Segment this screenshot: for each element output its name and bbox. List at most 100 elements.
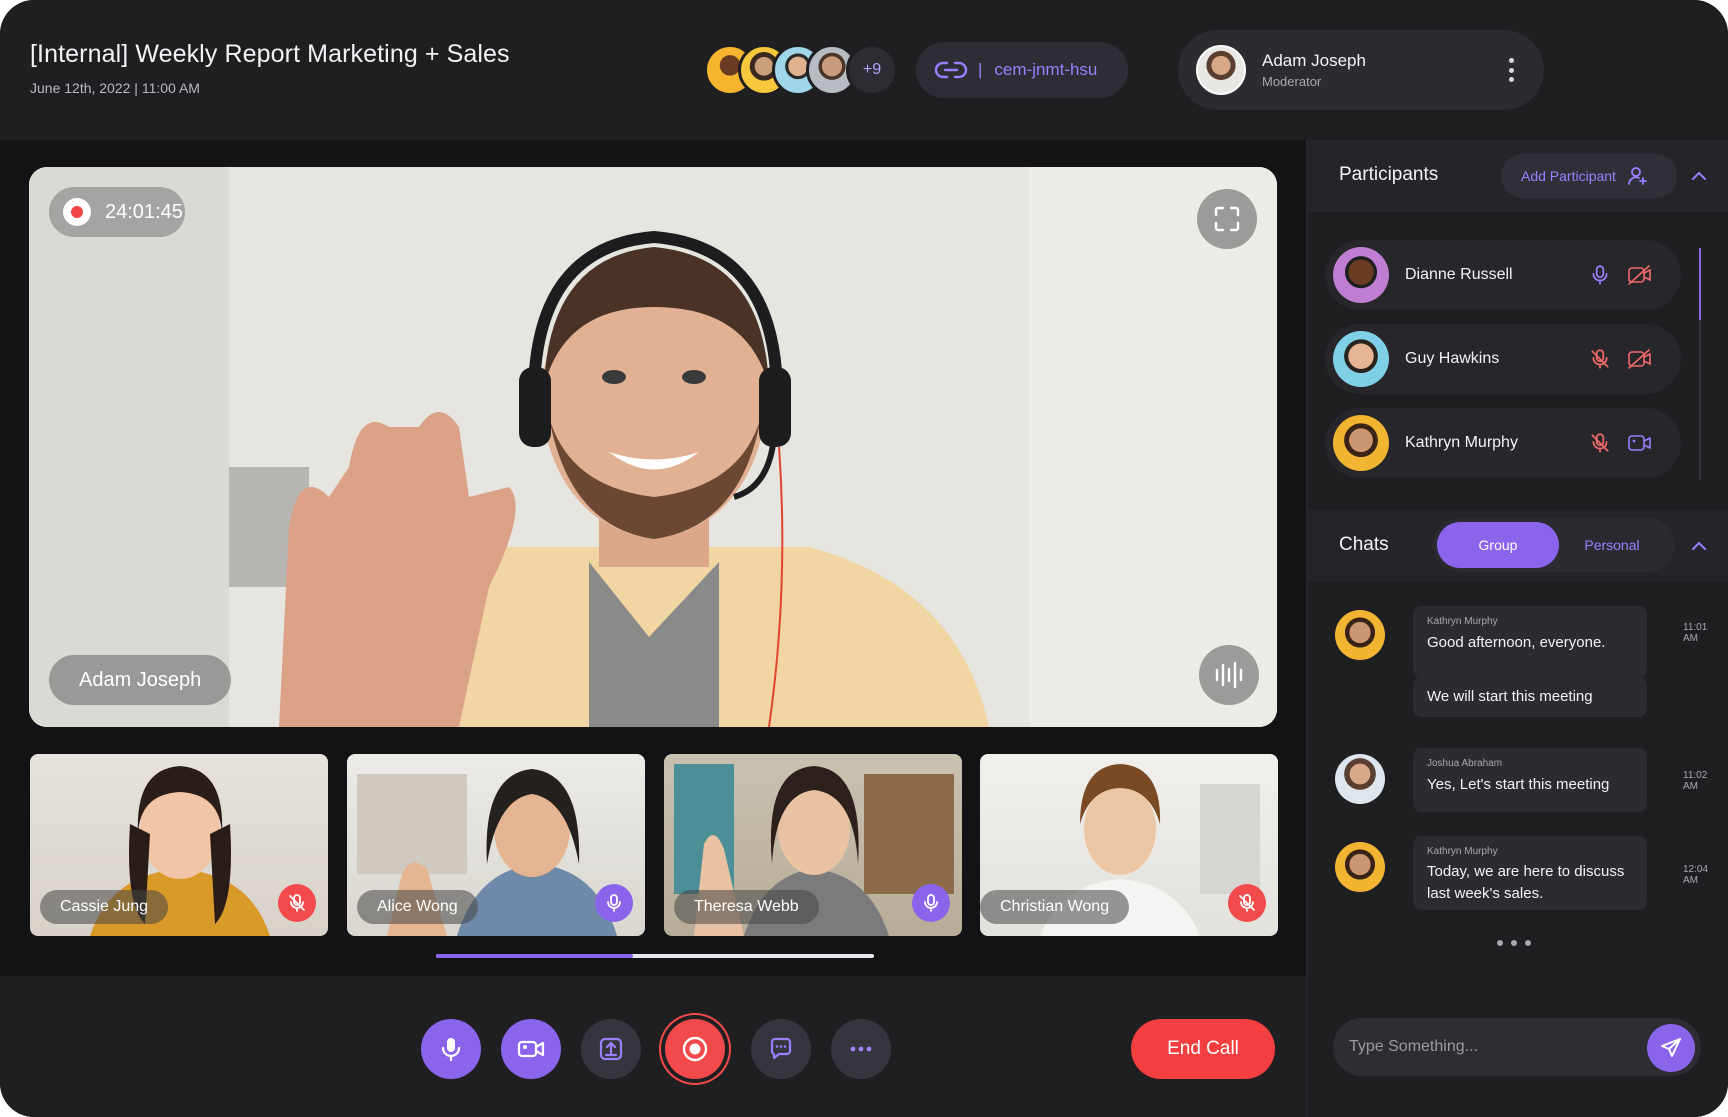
mic-on-icon <box>607 894 621 912</box>
meeting-link-pill[interactable]: | cem-jnmt-hsu <box>916 42 1128 98</box>
message-bubble: We will start this meeting <box>1413 677 1647 717</box>
chat-input[interactable] <box>1349 1018 1629 1076</box>
header-bar: [Internal] Weekly Report Marketing + Sal… <box>0 0 1728 140</box>
share-screen-button[interactable] <box>581 1019 641 1079</box>
link-separator: | <box>978 60 983 79</box>
mic-toggle[interactable] <box>1583 258 1617 292</box>
record-dot-icon <box>63 198 91 226</box>
video-camera-button[interactable] <box>501 1019 561 1079</box>
fullscreen-button[interactable] <box>1197 189 1257 249</box>
message-time: 11:01 AM <box>1683 622 1708 644</box>
more-button[interactable] <box>831 1019 891 1079</box>
mic-on-icon <box>924 894 938 912</box>
main-video: 24:01:45 Adam Joseph <box>29 167 1277 727</box>
avatar <box>1335 842 1385 892</box>
mic-off-icon <box>1239 894 1255 912</box>
participant-tile[interactable]: Theresa Webb <box>664 754 962 936</box>
thumbnail-scroll-thumb[interactable] <box>436 954 634 958</box>
participant-tile[interactable]: Alice Wong <box>347 754 645 936</box>
participant-tile[interactable]: Christian Wong <box>980 754 1278 936</box>
participant-tile[interactable]: Cassie Jung <box>30 754 328 936</box>
more-icon <box>850 1046 872 1052</box>
tab-personal[interactable]: Personal <box>1553 522 1671 568</box>
participant-row[interactable]: Guy Hawkins <box>1325 324 1681 394</box>
chat-icon <box>770 1037 792 1060</box>
record-button[interactable] <box>665 1019 725 1079</box>
message-sender: Kathryn Murphy <box>1427 616 1498 627</box>
camera-toggle[interactable] <box>1623 342 1657 376</box>
participants-header: Participants Add Participant <box>1307 140 1728 212</box>
mic-off-icon <box>289 894 305 912</box>
chevron-up-icon <box>1692 171 1706 180</box>
chat-input-box <box>1333 1018 1701 1076</box>
mic-toggle[interactable] <box>1583 426 1617 460</box>
collapse-participants-button[interactable] <box>1689 166 1709 186</box>
meeting-window: [Internal] Weekly Report Marketing + Sal… <box>0 0 1728 1117</box>
moderator-avatar <box>1196 45 1246 95</box>
microphone-button[interactable] <box>421 1019 481 1079</box>
message-bubble: Joshua Abraham Yes, Let's start this mee… <box>1413 748 1647 812</box>
speaker-name-tag: Adam Joseph <box>49 655 232 705</box>
microphone-icon <box>441 1038 461 1062</box>
send-icon <box>1661 1038 1681 1057</box>
avatar <box>1335 754 1385 804</box>
message-bubble: Kathryn Murphy Today, we are here to dis… <box>1413 836 1647 910</box>
chevron-up-icon <box>1692 541 1706 550</box>
message-time: 12:04 AM <box>1683 864 1709 886</box>
speaker-video-illustration <box>29 167 1277 727</box>
sidebar: Participants Add Participant Dianne Russ… <box>1306 140 1728 1117</box>
meeting-title: [Internal] Weekly Report Marketing + Sal… <box>30 40 510 68</box>
fullscreen-icon <box>1214 206 1240 232</box>
video-camera-icon <box>517 1040 545 1058</box>
mic-on-icon <box>1592 265 1608 285</box>
message-sender: Kathryn Murphy <box>1427 846 1498 857</box>
camera-off-icon <box>1628 265 1651 285</box>
message-bubble: Kathryn Murphy Good afternoon, everyone. <box>1413 606 1647 678</box>
mic-off-icon <box>1591 349 1609 369</box>
participant-name-tag: Alice Wong <box>357 890 478 924</box>
participant-row[interactable]: Dianne Russell <box>1325 240 1681 310</box>
add-participant-label: Add Participant <box>1521 168 1616 184</box>
meeting-link-code: cem-jnmt-hsu <box>994 60 1098 79</box>
moderator-role: Moderator <box>1262 74 1322 89</box>
participant-name: Guy Hawkins <box>1405 350 1500 367</box>
send-button[interactable] <box>1647 1024 1695 1072</box>
camera-toggle[interactable] <box>1623 258 1657 292</box>
moderator-name: Adam Joseph <box>1262 51 1366 70</box>
audio-wave-button[interactable] <box>1199 645 1259 705</box>
add-user-icon <box>1628 167 1647 185</box>
thumbnail-scrollbar[interactable] <box>436 954 874 958</box>
message-text: Today, we are here to discuss last week'… <box>1427 863 1625 902</box>
more-participants-count[interactable]: +9 <box>846 44 898 96</box>
camera-on-icon <box>1628 435 1651 451</box>
chats-header: Chats Group Personal <box>1307 510 1728 582</box>
add-participant-button[interactable]: Add Participant <box>1501 154 1677 198</box>
participants-scrollbar[interactable] <box>1699 248 1701 480</box>
message-sender: Joshua Abraham <box>1427 758 1503 769</box>
participant-avatar-stack[interactable]: +9 <box>704 44 904 96</box>
meeting-datetime: June 12th, 2022 | 11:00 AM <box>30 80 200 96</box>
avatar <box>1333 415 1389 471</box>
message-time: 11:02 AM <box>1683 770 1708 792</box>
mic-toggle[interactable] <box>1583 342 1617 376</box>
record-icon <box>682 1036 708 1062</box>
more-options-icon[interactable] <box>1508 58 1514 82</box>
participant-name-tag: Theresa Webb <box>674 890 819 924</box>
participant-row[interactable]: Kathryn Murphy <box>1325 408 1681 478</box>
link-icon <box>934 61 968 79</box>
audio-wave-icon <box>1215 661 1243 689</box>
message-text: We will start this meeting <box>1427 688 1593 705</box>
chats-title: Chats <box>1339 534 1389 555</box>
chat-button[interactable] <box>751 1019 811 1079</box>
video-stage: 24:01:45 Adam Joseph Cassie Jung Alice W… <box>0 140 1306 976</box>
collapse-chats-button[interactable] <box>1689 536 1709 556</box>
mic-status <box>912 884 950 922</box>
message-text: Good afternoon, everyone. <box>1427 634 1606 651</box>
avatar <box>1335 610 1385 660</box>
camera-toggle[interactable] <box>1623 426 1657 460</box>
tab-group[interactable]: Group <box>1437 522 1559 568</box>
end-call-button[interactable]: End Call <box>1131 1019 1275 1079</box>
avatar <box>1333 247 1389 303</box>
moderator-card: Adam Joseph Moderator <box>1178 30 1544 110</box>
mic-status <box>1228 884 1266 922</box>
